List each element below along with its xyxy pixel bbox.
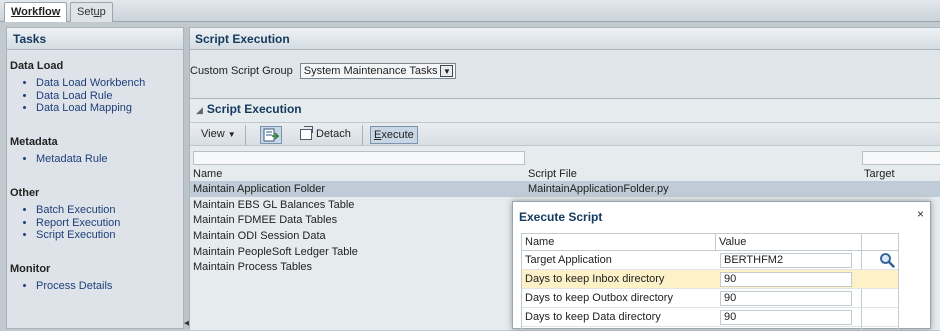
parameter-name: Days to keep Inbox directory <box>525 273 665 285</box>
parameter-name: Days to keep Outbox directory <box>525 292 673 304</box>
task-link-label[interactable]: Batch Execution <box>36 204 116 216</box>
task-link-label[interactable]: Data Load Mapping <box>36 102 132 114</box>
column-header-name[interactable]: Name <box>525 234 554 251</box>
close-icon[interactable]: × <box>917 207 924 221</box>
panel-title-text: Script Execution <box>206 102 302 116</box>
detach-button[interactable]: Detach <box>297 125 354 144</box>
task-link-label[interactable]: Data Load Rule <box>36 90 112 102</box>
task-group-metadata: Metadata Metadata Rule <box>10 136 108 166</box>
data-days-field[interactable]: 90 <box>720 310 852 325</box>
task-group-heading: Monitor <box>10 263 51 275</box>
task-group-data-load: Data Load Data Load Workbench Data Load … <box>10 60 145 115</box>
grid-header: Name Script File Target <box>190 167 940 181</box>
task-link-label[interactable]: Metadata Rule <box>36 153 108 165</box>
view-label: View <box>201 128 225 140</box>
task-group-heading: Metadata <box>10 136 58 148</box>
row-name: Maintain ODI Session Data <box>193 230 326 242</box>
execute-label: xecute <box>381 129 414 141</box>
tab-workflow[interactable]: Workflow <box>4 2 68 22</box>
chevron-down-icon[interactable]: ▼ <box>440 65 454 78</box>
task-link-data-load-mapping[interactable]: Data Load Mapping <box>36 102 145 115</box>
row-name: Maintain PeopleSoft Ledger Table <box>193 246 358 258</box>
custom-script-group-row: Custom Script Group System Maintenance T… <box>190 63 457 79</box>
task-link-label[interactable]: Process Details <box>36 280 112 292</box>
task-link-script-execution[interactable]: Script Execution <box>36 229 120 242</box>
search-icon[interactable] <box>879 252 895 268</box>
task-group-other: Other Batch Execution Report Execution S… <box>10 187 120 242</box>
panel-title: ◢ Script Execution <box>190 99 940 119</box>
task-link-report-execution[interactable]: Report Execution <box>36 217 120 230</box>
execute-icon-button[interactable] <box>260 126 282 144</box>
row-name: Maintain Application Folder <box>193 183 326 195</box>
detach-icon <box>300 125 313 140</box>
panel-toolbar: View ▼ Detach Execute <box>190 122 940 146</box>
task-link-data-load-rule[interactable]: Data Load Rule <box>36 90 145 103</box>
custom-script-group-value: System Maintenance Tasks <box>303 65 438 77</box>
filter-target-input[interactable] <box>862 151 940 165</box>
dialog-title: Execute Script <box>519 210 603 224</box>
filter-name-input[interactable] <box>193 151 525 165</box>
task-link-label[interactable]: Data Load Workbench <box>36 77 145 89</box>
execute-script-dialog: Execute Script × Name Value Target Appli… <box>512 201 931 331</box>
tab-setup-suffix: p <box>99 6 106 18</box>
task-link-batch-execution[interactable]: Batch Execution <box>36 204 120 217</box>
row-script-file: MaintainApplicationFolder.py <box>528 183 669 195</box>
detach-label: Detach <box>316 128 351 140</box>
column-header-value[interactable]: Value <box>719 234 746 251</box>
parameter-row-data-days[interactable]: Days to keep Data directory 90 <box>522 308 898 327</box>
custom-script-group-label: Custom Script Group <box>190 65 293 77</box>
column-header-target[interactable]: Target <box>864 167 895 181</box>
parameters-header: Name Value <box>522 234 898 251</box>
parameters-table: Name Value Target Application BERTHFM2 D… <box>521 233 899 331</box>
parameter-name: Days to keep Data directory <box>525 311 661 323</box>
task-link-data-load-workbench[interactable]: Data Load Workbench <box>36 77 145 90</box>
task-group-heading: Other <box>10 187 40 199</box>
custom-script-group-select[interactable]: System Maintenance Tasks ▼ <box>299 63 457 79</box>
task-link-label[interactable]: Script Execution <box>36 229 115 241</box>
column-header-name[interactable]: Name <box>193 167 222 181</box>
top-tab-bar: Workflow Setup <box>0 0 940 22</box>
tasks-pane: Tasks Data Load Data Load Workbench Data… <box>6 27 184 329</box>
task-group-heading: Data Load <box>10 60 64 72</box>
target-application-field[interactable]: BERTHFM2 <box>720 253 852 268</box>
view-menu-button[interactable]: View ▼ <box>198 126 239 144</box>
parameter-row-outbox-days[interactable]: Days to keep Outbox directory 90 <box>522 289 898 308</box>
page-title: Script Execution <box>190 28 940 50</box>
column-divider <box>715 234 716 251</box>
table-row[interactable]: Maintain Application Folder MaintainAppl… <box>190 181 940 197</box>
task-group-monitor: Monitor Process Details <box>10 263 112 293</box>
tab-setup-prefix: Set <box>77 6 94 18</box>
collapse-triangle-icon[interactable]: ◢ <box>196 105 203 115</box>
toolbar-divider <box>245 125 246 145</box>
execute-button[interactable]: Execute <box>370 126 418 144</box>
inbox-days-field[interactable]: 90 <box>720 272 852 287</box>
query-by-example-row <box>190 149 940 167</box>
chevron-down-icon: ▼ <box>227 130 236 139</box>
row-name: Maintain FDMEE Data Tables <box>193 214 338 226</box>
parameter-name: Target Application <box>525 254 612 266</box>
execute-icon <box>263 128 280 142</box>
column-header-script-file[interactable]: Script File <box>528 167 577 181</box>
task-link-label[interactable]: Report Execution <box>36 217 120 229</box>
row-name: Maintain EBS GL Balances Table <box>193 199 355 211</box>
task-link-process-details[interactable]: Process Details <box>36 280 112 293</box>
tasks-title: Tasks <box>7 28 183 50</box>
outbox-days-field[interactable]: 90 <box>720 291 852 306</box>
toolbar-divider <box>362 125 363 145</box>
parameter-row-target-application[interactable]: Target Application BERTHFM2 <box>522 251 898 270</box>
task-link-metadata-rule[interactable]: Metadata Rule <box>36 153 108 166</box>
tab-setup[interactable]: Setup <box>70 2 113 22</box>
row-name: Maintain Process Tables <box>193 261 313 273</box>
parameter-row-inbox-days[interactable]: Days to keep Inbox directory 90 <box>522 270 898 289</box>
